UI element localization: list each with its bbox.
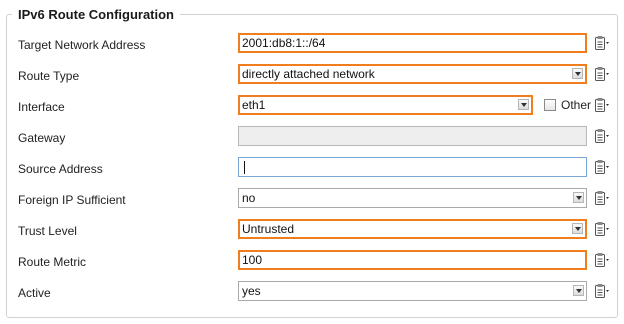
chevron-down-icon[interactable] xyxy=(573,285,584,296)
chevron-down-icon[interactable] xyxy=(572,223,583,234)
row-target-network-address: Target Network Address 2001:db8:1::/64 xyxy=(0,33,624,57)
route-type-select[interactable]: directly attached network xyxy=(238,64,587,84)
target-network-address-input[interactable]: 2001:db8:1::/64 xyxy=(238,33,587,53)
route-type-value: directly attached network xyxy=(242,67,375,81)
row-source-address: Source Address xyxy=(0,157,624,181)
interface-value: eth1 xyxy=(242,98,266,112)
gateway-menu-icon[interactable] xyxy=(594,128,610,144)
interface-menu-icon[interactable] xyxy=(594,97,610,113)
route-metric-input[interactable]: 100 xyxy=(238,250,587,270)
text-cursor xyxy=(244,161,245,175)
gateway-label: Gateway xyxy=(18,131,66,145)
chevron-down-icon[interactable] xyxy=(518,99,529,110)
chevron-down-icon[interactable] xyxy=(572,68,583,79)
active-label: Active xyxy=(18,286,51,300)
source-address-menu-icon[interactable] xyxy=(594,159,610,175)
foreign-ip-sufficient-select[interactable]: no xyxy=(238,188,587,208)
active-select[interactable]: yes xyxy=(238,281,587,301)
foreign-ip-sufficient-label: Foreign IP Sufficient xyxy=(18,193,126,207)
foreign-ip-sufficient-menu-icon[interactable] xyxy=(594,190,610,206)
row-trust-level: Trust Level Untrusted xyxy=(0,219,624,243)
checkbox-icon[interactable] xyxy=(544,99,556,111)
active-value: yes xyxy=(242,284,261,298)
trust-level-select[interactable]: Untrusted xyxy=(238,219,587,239)
target-network-address-label: Target Network Address xyxy=(18,38,146,52)
trust-level-value: Untrusted xyxy=(242,222,295,236)
route-metric-label: Route Metric xyxy=(18,255,87,269)
section-title: IPv6 Route Configuration xyxy=(12,6,180,24)
interface-select[interactable]: eth1 xyxy=(238,95,533,115)
interface-other-label: Other xyxy=(561,98,592,112)
row-gateway: Gateway xyxy=(0,126,624,150)
interface-label: Interface xyxy=(18,100,65,114)
foreign-ip-sufficient-value: no xyxy=(242,191,256,205)
active-menu-icon[interactable] xyxy=(594,283,610,299)
row-route-metric: Route Metric 100 xyxy=(0,250,624,274)
row-foreign-ip-sufficient: Foreign IP Sufficient no xyxy=(0,188,624,212)
chevron-down-icon[interactable] xyxy=(573,192,584,203)
row-active: Active yes xyxy=(0,281,624,305)
route-metric-menu-icon[interactable] xyxy=(594,252,610,268)
row-route-type: Route Type directly attached network xyxy=(0,64,624,88)
trust-level-menu-icon[interactable] xyxy=(594,221,610,237)
source-address-input[interactable] xyxy=(238,157,587,177)
trust-level-label: Trust Level xyxy=(18,224,77,238)
row-interface: Interface eth1 Other xyxy=(0,95,624,119)
route-type-label: Route Type xyxy=(18,69,80,83)
gateway-input[interactable] xyxy=(238,126,587,146)
target-network-address-menu-icon[interactable] xyxy=(594,35,610,51)
source-address-label: Source Address xyxy=(18,162,103,176)
route-type-menu-icon[interactable] xyxy=(594,66,610,82)
